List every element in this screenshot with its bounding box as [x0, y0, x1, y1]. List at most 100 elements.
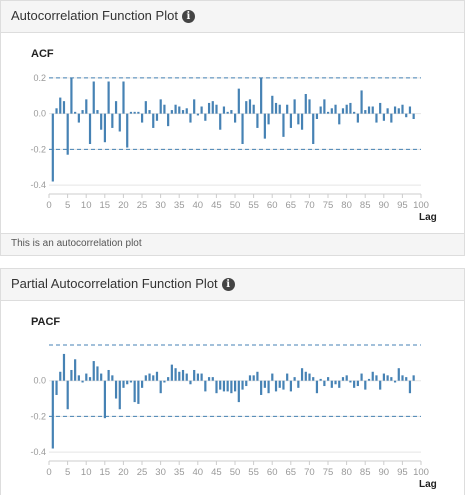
acf-chart-area: ACF -0.4 -0.2 0.0 0.2 0 5 10 15 20 25 30 35 40 45 50 55 6…	[1, 33, 464, 233]
acf-bar	[353, 380, 356, 388]
acf-bar	[207, 377, 211, 381]
acf-bar	[397, 368, 400, 381]
acf-bar	[390, 377, 393, 381]
acf-bar	[92, 81, 95, 114]
x-tick-label: 50	[230, 200, 241, 211]
acf-bar	[181, 110, 185, 114]
info-icon[interactable]: i	[221, 278, 235, 291]
x-tick-label: 75	[323, 200, 334, 211]
acf-bar	[386, 108, 389, 114]
acf-bar	[356, 113, 359, 123]
acf-bar	[274, 102, 278, 114]
acf-bar	[222, 106, 226, 114]
acf-bar	[55, 380, 58, 395]
y-tick-label: -0.4	[30, 447, 46, 457]
acf-bar	[349, 102, 352, 114]
info-icon[interactable]: i	[181, 10, 195, 23]
acf-bar	[200, 106, 203, 114]
acf-panel-footer: This is an autocorrelation plot	[1, 233, 464, 255]
acf-bar	[62, 353, 66, 381]
acf-bar	[304, 371, 307, 381]
acf-bar	[241, 380, 244, 390]
x-tick-label: 85	[360, 200, 371, 211]
x-tick-label: 70	[304, 200, 315, 211]
x-tick-label: 75	[323, 467, 334, 478]
acf-bar	[114, 380, 118, 399]
y-tick-label: -0.2	[30, 144, 46, 154]
acf-bar	[122, 380, 125, 388]
acf-bar	[137, 380, 140, 404]
acf-bar	[163, 104, 166, 114]
acf-bar	[263, 113, 266, 139]
x-axis-label: Lag	[419, 479, 437, 490]
x-tick-label: 70	[304, 467, 315, 478]
acf-bar	[111, 113, 114, 128]
y-tick-label: -0.2	[30, 411, 46, 421]
x-tick-label: 90	[379, 200, 390, 211]
acf-bar	[289, 113, 292, 128]
y-tick-label: -0.4	[30, 180, 46, 190]
acf-bar	[219, 113, 222, 130]
acf-bar	[245, 101, 248, 114]
acf-bar	[96, 110, 99, 114]
acf-bar	[126, 380, 129, 385]
acf-panel-header: Autocorrelation Function Plot i	[1, 1, 464, 33]
x-tick-label: 65	[286, 200, 297, 211]
acf-bar	[148, 110, 151, 114]
acf-bar	[341, 108, 345, 114]
acf-bar	[408, 380, 412, 394]
acf-bar	[278, 104, 281, 114]
acf-bar	[271, 373, 274, 381]
acf-bar	[405, 113, 408, 118]
acf-bar	[289, 380, 292, 392]
acf-bar	[133, 380, 136, 403]
acf-bar	[379, 102, 382, 114]
acf-bar	[323, 99, 326, 114]
acf-bar	[237, 88, 240, 114]
acf-bar	[260, 380, 263, 395]
acf-bar	[174, 368, 177, 381]
acf-bar	[163, 380, 166, 383]
x-tick-label: 0	[46, 200, 51, 211]
acf-bar	[222, 380, 226, 392]
x-tick-label: 90	[379, 467, 390, 478]
acf-bar	[107, 81, 110, 114]
x-tick-label: 80	[341, 467, 352, 478]
x-tick-label: 25	[137, 200, 148, 211]
acf-bar	[353, 111, 356, 114]
acf-bar	[144, 101, 147, 114]
acf-bar	[237, 380, 240, 403]
acf-bar	[386, 375, 389, 381]
acf-bar	[293, 99, 296, 114]
acf-bar	[226, 111, 229, 114]
acf-bar	[278, 380, 281, 388]
acf-bar	[345, 104, 348, 114]
acf-bar	[297, 380, 300, 388]
acf-bar	[293, 377, 296, 381]
acf-bar	[330, 380, 333, 388]
acf-bar	[155, 113, 159, 121]
x-tick-label: 50	[230, 467, 241, 478]
acf-bar	[341, 377, 345, 381]
acf-bar	[122, 81, 125, 114]
acf-bar	[74, 359, 77, 381]
x-tick-label: 5	[65, 200, 70, 211]
acf-bar	[319, 106, 322, 114]
acf-bar	[327, 377, 330, 381]
acf-bar	[412, 375, 415, 381]
x-axis-label: Lag	[419, 212, 437, 223]
acf-bar	[375, 113, 378, 123]
acf-bar	[252, 104, 255, 114]
acf-bar	[81, 380, 84, 383]
acf-bar	[88, 377, 92, 381]
acf-bar	[230, 110, 233, 114]
acf-bar	[100, 113, 103, 130]
acf-bar	[103, 380, 106, 419]
acf-bar	[77, 113, 80, 123]
acf-bar	[70, 369, 73, 381]
x-tick-label: 30	[155, 467, 166, 478]
x-tick-label: 25	[137, 467, 148, 478]
acf-bar	[178, 371, 181, 381]
acf-bar	[148, 373, 151, 381]
acf-bar	[118, 380, 121, 410]
